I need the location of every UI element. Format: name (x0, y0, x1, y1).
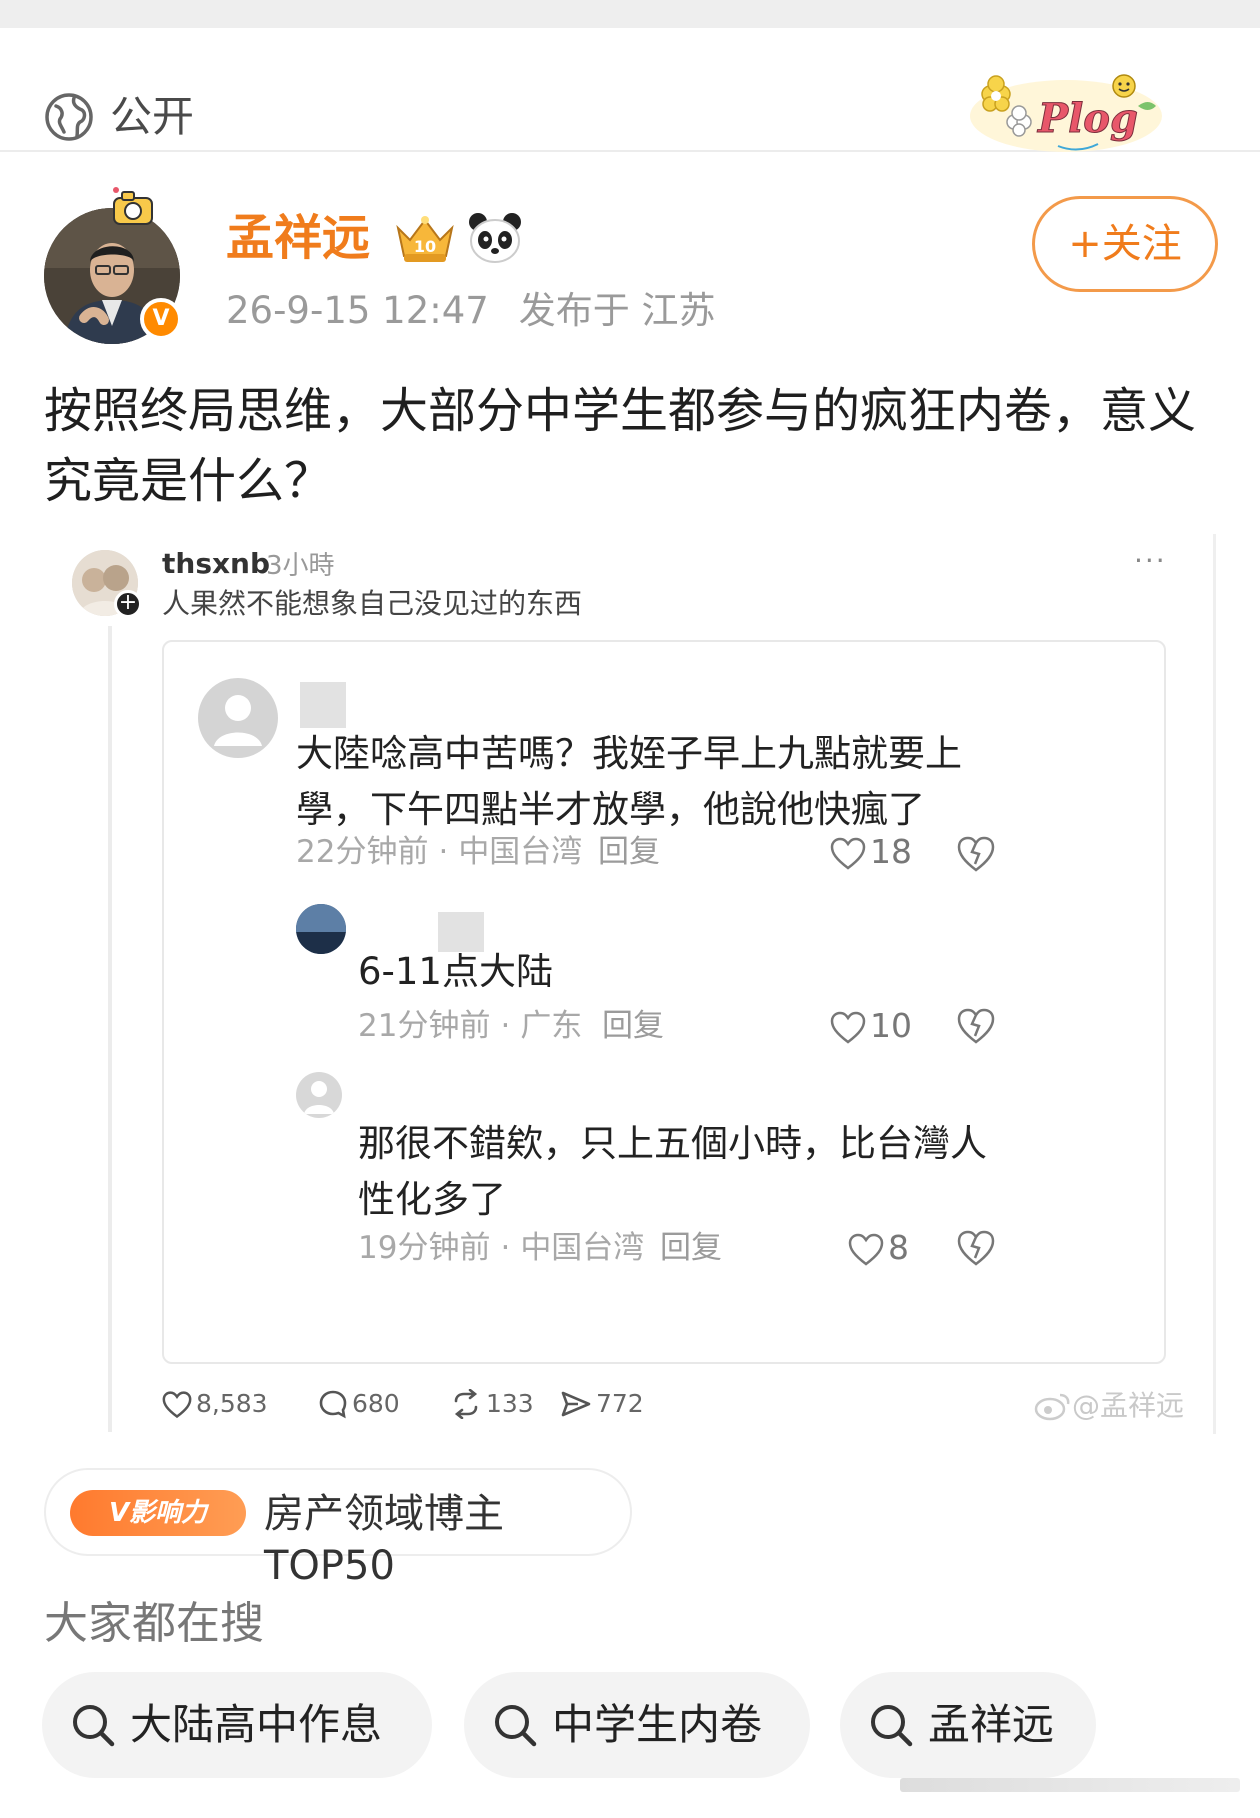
watermark: @孟祥远 (1034, 1386, 1184, 1426)
verified-badge: V (140, 298, 182, 340)
camera-sticker-icon (113, 187, 153, 225)
share-icon (561, 1391, 591, 1417)
plog-text: Plog (1037, 95, 1138, 142)
like-count: 18 (870, 832, 912, 871)
like-count: 10 (870, 1006, 912, 1045)
influence-badge: V影响力 (70, 1490, 246, 1536)
comment-avatar (296, 1072, 342, 1118)
thread-time: 3小時 (266, 551, 335, 581)
thread-username: thsxnb (162, 547, 271, 580)
author-name[interactable]: 孟祥远 (226, 206, 370, 270)
heart-icon (162, 1391, 192, 1419)
like-count: 8 (888, 1228, 909, 1267)
crown-level: 10 (414, 237, 436, 256)
thread-line (108, 626, 112, 1432)
reply-button[interactable]: 回复 (660, 1226, 722, 1270)
dislike-icon[interactable] (956, 1228, 996, 1268)
like-button[interactable]: 10 (830, 1004, 912, 1048)
comment-region: 中国台湾 (520, 1230, 645, 1266)
comment-card: 大陸唸高中苦嗎？我姪子早上九點就要上學，下午四點半才放學，他說他快瘋了 22分钟… (162, 640, 1166, 1364)
plog-sticker: Plog (970, 74, 1162, 152)
search-icon (495, 1705, 537, 1747)
home-indicator (900, 1778, 1240, 1792)
search-suggestion-label: 孟祥远 (928, 1700, 1055, 1749)
reply-button[interactable]: 回复 (598, 830, 660, 874)
repost-icon (454, 1388, 478, 1420)
comment-time: 19分钟前 (358, 1230, 491, 1266)
comment-bubble-icon (319, 1390, 347, 1419)
comment-time: 22分钟前 (296, 834, 429, 870)
globe-icon (45, 93, 93, 141)
comment-username-blurred (300, 682, 346, 728)
comment-time: 21分钟前 (358, 1008, 491, 1044)
crown-level-icon: 10 (396, 216, 454, 262)
influence-text: 房产领域博主TOP50 (264, 1491, 504, 1589)
thread-comment-button[interactable]: 680 (318, 1382, 400, 1426)
thread-share-button[interactable]: 772 (560, 1382, 644, 1426)
comment-meta: 22分钟前 · 中国台湾 (296, 834, 583, 870)
dislike-icon[interactable] (956, 834, 996, 874)
thread-repost-button[interactable]: 133 (450, 1382, 534, 1426)
visibility-bar: 公开 Plog (0, 28, 1260, 152)
post-text: 按照终局思维，大部分中学生都参与的疯狂内卷，意义究竟是什么？ (44, 383, 1197, 509)
search-icon (73, 1705, 115, 1747)
weibo-logo-icon (1034, 1393, 1070, 1421)
trending-search-title: 大家都在搜 (44, 1598, 264, 1649)
follow-plus-icon[interactable]: + (114, 590, 142, 618)
comment-avatar (296, 904, 346, 954)
heart-icon (830, 837, 866, 870)
like-button[interactable]: 8 (848, 1226, 909, 1270)
search-suggestion[interactable]: 中学生内卷 (464, 1672, 810, 1778)
comment-region: 中国台湾 (458, 834, 583, 870)
panda-icon (469, 213, 521, 263)
search-suggestion-label: 大陆高中作息 (130, 1700, 383, 1749)
embedded-screenshot[interactable]: + thsxnb 3小時 ··· 人果然不能想象自己没见过的东西 大陸唸高中苦嗎… (64, 534, 1216, 1434)
thread-like-button[interactable]: 8,583 (162, 1382, 268, 1426)
heart-icon (830, 1011, 866, 1044)
post-date: 26-9-15 12:47 (226, 289, 489, 332)
comment-avatar (198, 678, 278, 758)
comment-meta: 19分钟前 · 中国台湾 (358, 1230, 645, 1266)
search-suggestion[interactable]: 大陆高中作息 (42, 1672, 432, 1778)
post-meta: 26-9-15 12:47 发布于 江苏 (226, 286, 716, 336)
comment-region: 广东 (520, 1008, 583, 1044)
dislike-icon[interactable] (956, 1006, 996, 1046)
thread-text: 人果然不能想象自己没见过的东西 (162, 587, 583, 620)
search-suggestion[interactable]: 孟祥远 (840, 1672, 1096, 1778)
comment-text: 大陸唸高中苦嗎？我姪子早上九點就要上學，下午四點半才放學，他說他快瘋了 (296, 732, 962, 831)
author-avatar-wrap[interactable]: V (44, 187, 184, 348)
comment-text: 那很不錯欸，只上五個小時，比台灣人性化多了 (358, 1122, 987, 1221)
thread-repost-count: 133 (486, 1389, 534, 1418)
top-strip (0, 0, 1260, 28)
visibility-label: 公开 (110, 92, 195, 141)
heart-icon (848, 1233, 884, 1266)
thread-actions: 8,583 680 133 772 (162, 1382, 1182, 1426)
thread-comment-count: 680 (352, 1389, 400, 1418)
search-suggestion-label: 中学生内卷 (552, 1700, 763, 1749)
post-location: 发布于 江苏 (518, 289, 716, 332)
comment-text: 6-11点大陆 (358, 950, 553, 993)
reply-button[interactable]: 回复 (602, 1004, 664, 1048)
watermark-text: @孟祥远 (1072, 1389, 1185, 1422)
more-options-icon: ··· (1134, 544, 1167, 577)
influence-tag[interactable]: V影响力 房产领域博主TOP50 (44, 1468, 632, 1589)
thread-share-count: 772 (596, 1389, 644, 1418)
search-icon (871, 1705, 913, 1747)
comment-meta: 21分钟前 · 广东 (358, 1008, 583, 1044)
follow-button[interactable]: +关注 (1032, 196, 1218, 292)
like-button[interactable]: 18 (830, 830, 912, 874)
thread-like-count: 8,583 (196, 1389, 268, 1418)
